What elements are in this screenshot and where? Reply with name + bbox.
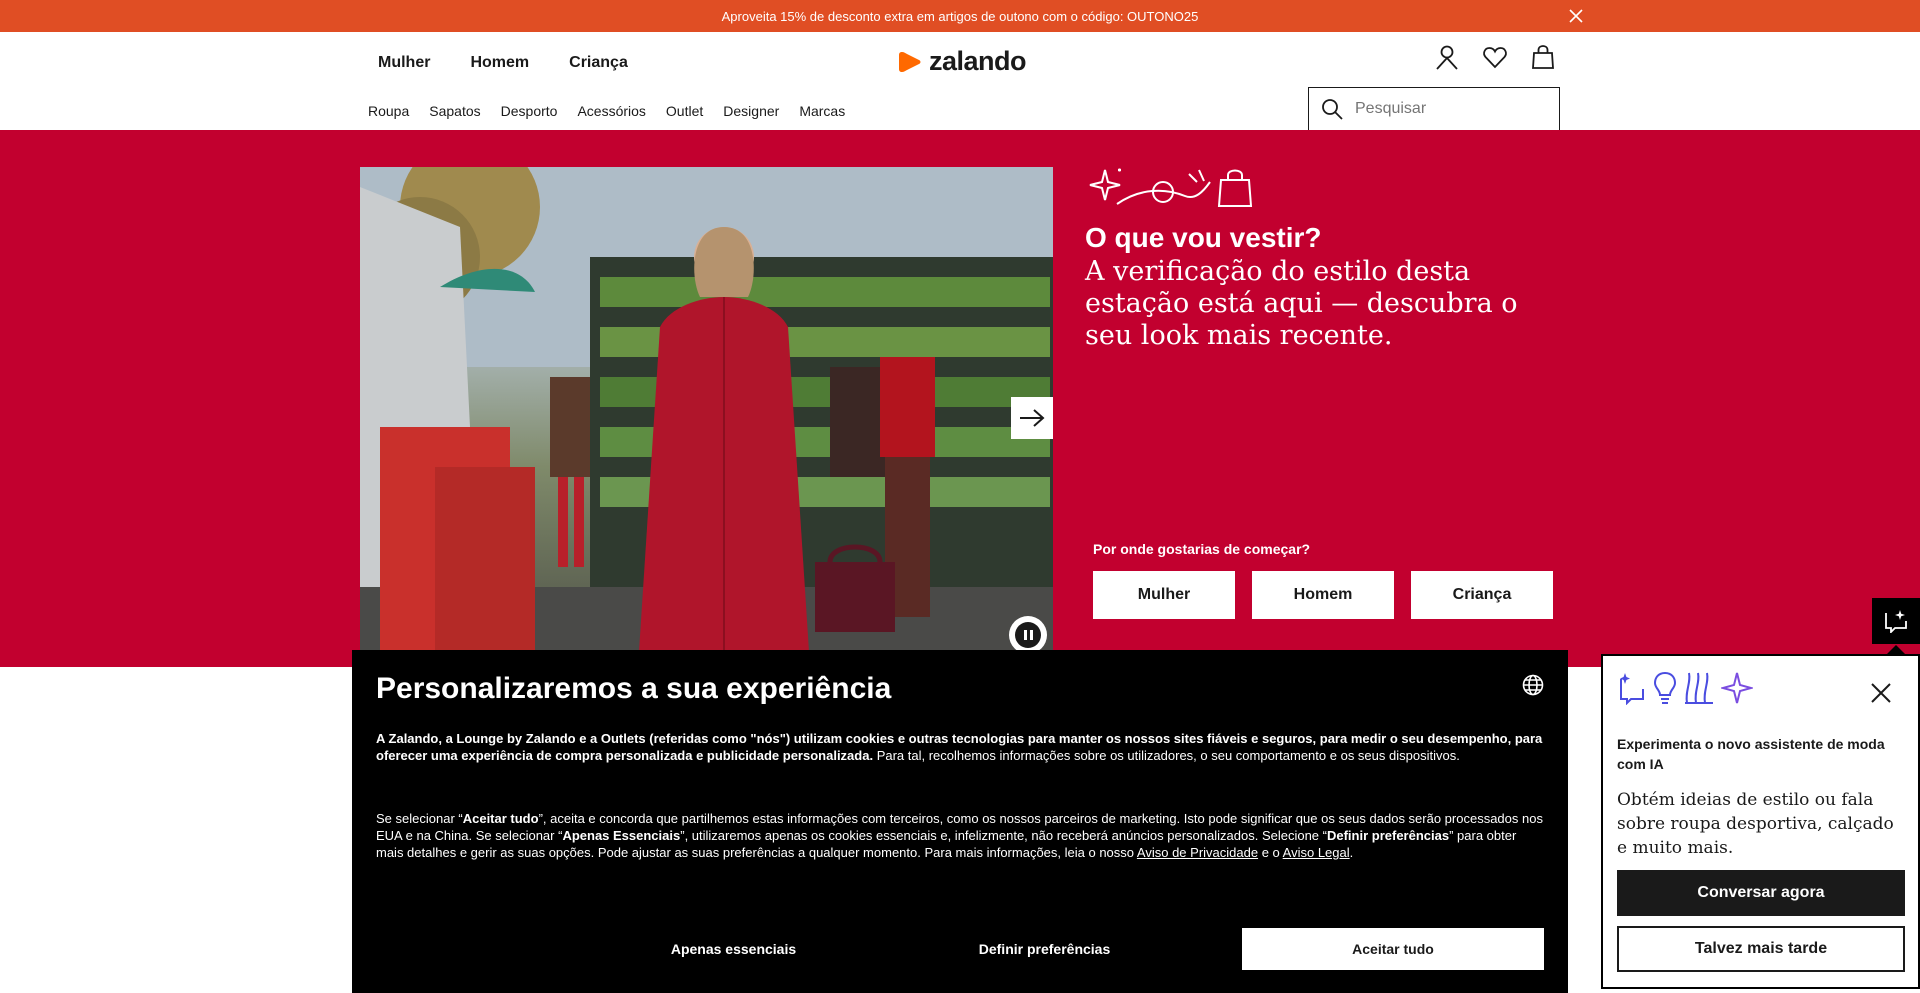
hero-section: O que vou vestir? A verificação do estil… [0,130,1920,667]
zalando-logo[interactable]: zalando [897,46,1027,77]
hero-start-question: Por onde gostarias de começar? [1093,541,1311,557]
gender-tab-mulher[interactable]: Mulher [378,54,430,72]
shopping-bag-icon[interactable] [1530,44,1556,70]
account-icon[interactable] [1434,44,1460,70]
ai-feature-icons [1617,670,1904,706]
hero-subtitle: A verificação do estilo desta estação es… [1085,256,1518,351]
ai-assistant-panel: Experimenta o novo assistente de moda co… [1601,654,1920,989]
hero-homem-button[interactable]: Homem [1252,571,1394,619]
privacy-notice-link[interactable]: Aviso de Privacidade [1137,845,1258,860]
gender-tab-crianca[interactable]: Criança [569,54,628,72]
lightbulb-icon [1653,671,1677,704]
carousel-pause-button[interactable] [1009,616,1047,654]
sparkle-icon [1721,672,1753,704]
gender-tab-homem[interactable]: Homem [470,54,529,72]
cookie-paragraph-1: A Zalando, a Lounge by Zalando e a Outle… [376,730,1544,764]
cookie-p2-text: . [1349,845,1354,860]
hero-image[interactable] [360,167,1053,667]
site-header: Mulher Homem Criança zalando Roupa Sapat… [0,32,1920,131]
accept-all-button[interactable]: Aceitar tudo [1242,928,1544,970]
category-outlet[interactable]: Outlet [666,103,703,119]
gender-nav: Mulher Homem Criança [378,54,628,72]
cookie-p2-text: Se selecionar “ [376,811,463,826]
cookie-title: Personalizaremos a sua experiência [376,672,892,705]
close-icon[interactable] [1870,682,1892,704]
category-nav: Roupa Sapatos Desporto Acessórios Outlet… [368,103,845,119]
category-designer[interactable]: Designer [723,103,779,119]
close-icon[interactable] [1568,8,1584,24]
category-marcas[interactable]: Marcas [799,103,845,119]
essential-only-button[interactable]: Apenas essenciais [652,928,815,970]
cookie-p2-bold: Aceitar tudo [462,811,539,826]
globe-language-icon[interactable] [1522,674,1544,696]
hero-title: O que vou vestir? [1085,222,1322,253]
carousel-next-button[interactable] [1011,397,1053,439]
cookie-p2-text: e o [1258,845,1283,860]
cookie-actions: Apenas essenciais Definir preferências A… [352,928,1568,970]
chat-sparkle-icon [1885,610,1907,633]
promo-text: Aproveita 15% de desconto extra em artig… [721,8,1199,24]
arrow-right-icon [1020,409,1045,427]
wishlist-heart-icon[interactable] [1482,44,1508,70]
cookie-p2-bold: Definir preferências [1326,828,1450,843]
pause-icon [1015,622,1041,648]
maybe-later-button[interactable]: Talvez mais tarde [1617,926,1905,972]
cookie-consent-modal: Personalizaremos a sua experiência A Zal… [352,650,1568,993]
cookie-paragraph-2: Se selecionar “Aceitar tudo”, aceita e c… [376,810,1544,861]
chat-sparkle-icon [1620,673,1644,705]
promo-banner: Aproveita 15% de desconto extra em artig… [0,0,1920,32]
category-sapatos[interactable]: Sapatos [429,103,480,119]
category-desporto[interactable]: Desporto [501,103,558,119]
ai-assistant-heading: Experimenta o novo assistente de moda co… [1617,736,1885,772]
hero-gender-buttons: Mulher Homem Criança [1093,571,1553,619]
chat-now-button[interactable]: Conversar agora [1617,870,1905,916]
search-icon [1322,99,1343,120]
cookie-p2-bold: Apenas Essenciais [562,828,681,843]
zalando-logo-icon [899,51,921,72]
hero-mulher-button[interactable]: Mulher [1093,571,1235,619]
header-actions [1434,44,1556,70]
ai-assistant-toggle-button[interactable] [1872,598,1920,644]
hero-illustration [360,167,1053,667]
legal-notice-link[interactable]: Aviso Legal [1283,845,1350,860]
cookie-p2-text: ”, utilizaremos apenas os cookies essenc… [680,828,1327,843]
category-roupa[interactable]: Roupa [368,103,409,119]
hero-crianca-button[interactable]: Criança [1411,571,1553,619]
cookie-p1-rest: Para tal, recolhemos informações sobre o… [873,748,1460,763]
logo-text: zalando [929,46,1027,76]
search-input[interactable] [1355,100,1545,118]
ai-assistant-text: Obtém ideias de estilo ou fala sobre rou… [1617,790,1894,858]
search-box[interactable] [1308,87,1560,131]
set-preferences-button[interactable]: Definir preferências [952,928,1137,970]
sparkle-eye-bag-doodle-icon [1089,168,1253,207]
fabric-waves-icon [1685,672,1713,704]
category-acessorios[interactable]: Acessórios [577,103,645,119]
